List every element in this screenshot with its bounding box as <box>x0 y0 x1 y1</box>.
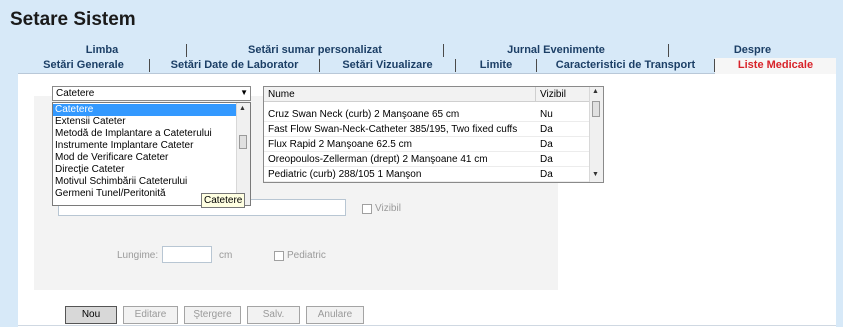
new-button[interactable]: Nou <box>65 306 117 324</box>
cell-visible: Nu <box>540 109 553 120</box>
scrollbar-thumb[interactable] <box>239 135 247 149</box>
length-input[interactable] <box>162 246 212 263</box>
table-row[interactable]: Fast Flow Swan-Neck-Catheter 385/195, Tw… <box>264 122 590 137</box>
tab-setari-sumar[interactable]: Setări sumar personalizat <box>187 43 443 58</box>
delete-button[interactable]: Ştergere <box>184 306 241 324</box>
cell-name: Pediatric (curb) 288/105 1 Manşon <box>268 169 422 180</box>
tab-setari-vizualizare[interactable]: Setări Vizualizare <box>320 58 455 73</box>
column-header-visible[interactable]: Vizibil <box>536 87 590 102</box>
chevron-down-icon[interactable]: ▼ <box>240 88 248 97</box>
table-row[interactable]: Oreopoulos-Zellerman (drept) 2 Manşoane … <box>264 152 590 167</box>
cell-name: Cruz Swan Neck (curb) 2 Manşoane 65 cm <box>268 109 460 120</box>
edit-button[interactable]: Editare <box>123 306 178 324</box>
category-select-value: Catetere <box>56 88 95 99</box>
dropdown-scrollbar[interactable]: ▲ ▼ <box>236 103 250 205</box>
cell-visible: Da <box>540 139 553 150</box>
length-unit: cm <box>219 250 233 261</box>
dropdown-option[interactable]: Metodă de Implantare a Cateterului <box>53 128 236 140</box>
category-select[interactable]: Catetere ▼ <box>52 86 251 101</box>
dropdown-option[interactable]: Mod de Verificare Cateter <box>53 152 236 164</box>
dropdown-option[interactable]: Motivul Schimbării Cateterului <box>53 176 236 188</box>
tab-limba[interactable]: Limba <box>18 43 186 58</box>
tab-jurnal-evenimente[interactable]: Jurnal Evenimente <box>444 43 668 58</box>
length-label: Lungime: <box>117 250 159 261</box>
page-title: Setare Sistem <box>10 9 136 30</box>
scrollbar-thumb[interactable] <box>592 101 600 117</box>
scroll-up-icon[interactable]: ▲ <box>239 105 246 112</box>
cell-visible: Da <box>540 124 553 135</box>
scroll-down-icon[interactable]: ▼ <box>592 171 599 178</box>
table-row[interactable]: Flux Rapid 2 Manşoane 62.5 cm Da <box>264 137 590 152</box>
cell-name: Oreopoulos-Zellerman (drept) 2 Manşoane … <box>268 154 488 165</box>
cell-name: Flux Rapid 2 Manşoane 62.5 cm <box>268 139 412 150</box>
tab-limite[interactable]: Limite <box>456 58 536 73</box>
pediatric-label: Pediatric <box>287 250 326 261</box>
divider <box>18 325 836 326</box>
cell-visible: Da <box>540 154 553 165</box>
cell-name: Fast Flow Swan-Neck-Catheter 385/195, Tw… <box>268 124 518 135</box>
dropdown-option[interactable]: Instrumente Implantare Cateter <box>53 140 236 152</box>
tab-despre[interactable]: Despre <box>669 43 836 58</box>
tab-setari-date-laborator[interactable]: Setări Date de Laborator <box>150 58 319 73</box>
table-row[interactable]: Pediatric (curb) 288/105 1 Manşon Da <box>264 167 590 182</box>
tab-row-bottom: Setări Generale Setări Date de Laborator… <box>18 58 836 74</box>
cell-visible: Da <box>540 169 553 180</box>
pediatric-checkbox[interactable] <box>274 251 284 261</box>
dropdown-option[interactable]: Extensii Cateter <box>53 116 236 128</box>
save-button[interactable]: Salv. <box>247 306 300 324</box>
table-row[interactable]: Cruz Swan Neck (curb) 2 Manşoane 65 cm Nu <box>264 107 590 122</box>
scroll-up-icon[interactable]: ▲ <box>592 88 599 95</box>
tab-setari-generale[interactable]: Setări Generale <box>18 58 149 73</box>
tab-caracteristici-transport[interactable]: Caracteristici de Transport <box>537 58 714 73</box>
catheter-table: Nume Vizibil Cruz Swan Neck (curb) 2 Man… <box>263 86 604 183</box>
column-header-name[interactable]: Nume <box>264 87 536 102</box>
tab-liste-medicale[interactable]: Liste Medicale <box>715 58 836 74</box>
dropdown-option[interactable]: Catetere <box>53 104 236 116</box>
tab-row-top: Limba Setări sumar personalizat Jurnal E… <box>18 43 836 58</box>
table-scrollbar[interactable]: ▲ ▼ <box>589 87 603 182</box>
tooltip: Catetere <box>201 193 246 208</box>
visible-label: Vizibil <box>375 203 401 214</box>
dropdown-option[interactable]: Direcţie Cateter <box>53 164 236 176</box>
visible-checkbox[interactable] <box>362 204 372 214</box>
cancel-button[interactable]: Anulare <box>306 306 364 324</box>
category-dropdown: Catetere Extensii Cateter Metodă de Impl… <box>52 102 251 206</box>
